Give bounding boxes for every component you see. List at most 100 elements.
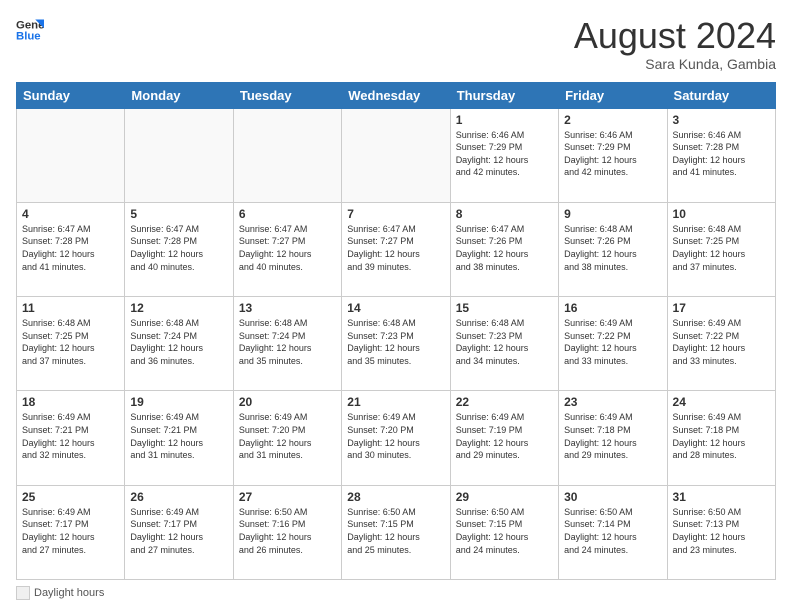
day-info: Sunrise: 6:48 AM Sunset: 7:23 PM Dayligh… bbox=[347, 317, 444, 367]
day-number: 19 bbox=[130, 395, 227, 409]
calendar-cell: 10 Sunrise: 6:48 AM Sunset: 7:25 PM Dayli… bbox=[667, 202, 775, 296]
calendar-cell: 31 Sunrise: 6:50 AM Sunset: 7:13 PM Dayli… bbox=[667, 485, 775, 579]
calendar-cell: 28Sunrise: 6:50 AM Sunset: 7:15 PM Dayli… bbox=[342, 485, 450, 579]
day-info: Sunrise: 6:50 AM Sunset: 7:15 PM Dayligh… bbox=[456, 506, 553, 556]
calendar-table: SundayMondayTuesdayWednesdayThursdayFrid… bbox=[16, 82, 776, 580]
day-number: 31 bbox=[673, 490, 770, 504]
day-number: 13 bbox=[239, 301, 336, 315]
day-number: 17 bbox=[673, 301, 770, 315]
daylight-box bbox=[16, 586, 30, 600]
day-info: Sunrise: 6:49 AM Sunset: 7:22 PM Dayligh… bbox=[673, 317, 770, 367]
day-number: 9 bbox=[564, 207, 661, 221]
page: General Blue August 2024 Sara Kunda, Gam… bbox=[0, 0, 792, 612]
day-number: 22 bbox=[456, 395, 553, 409]
calendar-week-row: 25 Sunrise: 6:49 AM Sunset: 7:17 PM Dayli… bbox=[17, 485, 776, 579]
calendar-cell bbox=[17, 108, 125, 202]
calendar-cell: 21Sunrise: 6:49 AM Sunset: 7:20 PM Dayli… bbox=[342, 391, 450, 485]
calendar-cell: 30 Sunrise: 6:50 AM Sunset: 7:14 PM Dayli… bbox=[559, 485, 667, 579]
calendar-cell: 2 Sunrise: 6:46 AM Sunset: 7:29 PM Daylig… bbox=[559, 108, 667, 202]
location-subtitle: Sara Kunda, Gambia bbox=[574, 56, 776, 72]
calendar-cell: 7 Sunrise: 6:47 AM Sunset: 7:27 PM Daylig… bbox=[342, 202, 450, 296]
calendar-week-row: 18 Sunrise: 6:49 AM Sunset: 7:21 PM Dayli… bbox=[17, 391, 776, 485]
title-section: August 2024 Sara Kunda, Gambia bbox=[574, 16, 776, 72]
day-info: Sunrise: 6:48 AM Sunset: 7:25 PM Dayligh… bbox=[22, 317, 119, 367]
calendar-week-row: 11 Sunrise: 6:48 AM Sunset: 7:25 PM Dayli… bbox=[17, 297, 776, 391]
calendar-cell bbox=[342, 108, 450, 202]
weekday-header: Monday bbox=[125, 82, 233, 108]
day-info: Sunrise: 6:49 AM Sunset: 7:20 PM Dayligh… bbox=[239, 411, 336, 461]
day-number: 6 bbox=[239, 207, 336, 221]
calendar-cell: 25 Sunrise: 6:49 AM Sunset: 7:17 PM Dayli… bbox=[17, 485, 125, 579]
day-info: Sunrise: 6:48 AM Sunset: 7:23 PM Dayligh… bbox=[456, 317, 553, 367]
calendar-cell: 18Sunrise: 6:49 AM Sunset: 7:21 PM Dayli… bbox=[17, 391, 125, 485]
calendar-cell: 26Sunrise: 6:49 AM Sunset: 7:17 PM Dayli… bbox=[125, 485, 233, 579]
day-info: Sunrise: 6:47 AM Sunset: 7:28 PM Dayligh… bbox=[22, 223, 119, 273]
month-title: August 2024 bbox=[574, 16, 776, 56]
day-info: Sunrise: 6:50 AM Sunset: 7:16 PM Dayligh… bbox=[239, 506, 336, 556]
calendar-header-row: SundayMondayTuesdayWednesdayThursdayFrid… bbox=[17, 82, 776, 108]
day-info: Sunrise: 6:48 AM Sunset: 7:25 PM Dayligh… bbox=[673, 223, 770, 273]
day-number: 2 bbox=[564, 113, 661, 127]
calendar-cell: 8Sunrise: 6:47 AM Sunset: 7:26 PM Daylig… bbox=[450, 202, 558, 296]
weekday-header: Tuesday bbox=[233, 82, 341, 108]
calendar-cell: 29 Sunrise: 6:50 AM Sunset: 7:15 PM Dayli… bbox=[450, 485, 558, 579]
calendar-week-row: 4 Sunrise: 6:47 AM Sunset: 7:28 PM Daylig… bbox=[17, 202, 776, 296]
day-info: Sunrise: 6:48 AM Sunset: 7:24 PM Dayligh… bbox=[130, 317, 227, 367]
footer: Daylight hours bbox=[16, 586, 776, 600]
calendar-cell: 5Sunrise: 6:47 AM Sunset: 7:28 PM Daylig… bbox=[125, 202, 233, 296]
day-info: Sunrise: 6:49 AM Sunset: 7:17 PM Dayligh… bbox=[22, 506, 119, 556]
day-number: 7 bbox=[347, 207, 444, 221]
day-number: 8 bbox=[456, 207, 553, 221]
day-number: 1 bbox=[456, 113, 553, 127]
day-number: 16 bbox=[564, 301, 661, 315]
calendar-cell: 11 Sunrise: 6:48 AM Sunset: 7:25 PM Dayli… bbox=[17, 297, 125, 391]
day-info: Sunrise: 6:49 AM Sunset: 7:21 PM Dayligh… bbox=[130, 411, 227, 461]
day-info: Sunrise: 6:46 AM Sunset: 7:29 PM Dayligh… bbox=[564, 129, 661, 179]
day-number: 4 bbox=[22, 207, 119, 221]
calendar-cell: 12 Sunrise: 6:48 AM Sunset: 7:24 PM Dayli… bbox=[125, 297, 233, 391]
calendar-cell: 1 Sunrise: 6:46 AM Sunset: 7:29 PM Daylig… bbox=[450, 108, 558, 202]
daylight-label: Daylight hours bbox=[34, 587, 104, 599]
calendar-cell: 23Sunrise: 6:49 AM Sunset: 7:18 PM Dayli… bbox=[559, 391, 667, 485]
weekday-header: Thursday bbox=[450, 82, 558, 108]
day-info: Sunrise: 6:48 AM Sunset: 7:24 PM Dayligh… bbox=[239, 317, 336, 367]
day-number: 12 bbox=[130, 301, 227, 315]
calendar-cell: 13 Sunrise: 6:48 AM Sunset: 7:24 PM Dayli… bbox=[233, 297, 341, 391]
day-info: Sunrise: 6:49 AM Sunset: 7:18 PM Dayligh… bbox=[673, 411, 770, 461]
logo: General Blue bbox=[16, 16, 44, 44]
weekday-header: Wednesday bbox=[342, 82, 450, 108]
calendar-cell: 27 Sunrise: 6:50 AM Sunset: 7:16 PM Dayli… bbox=[233, 485, 341, 579]
calendar-cell: 6Sunrise: 6:47 AM Sunset: 7:27 PM Daylig… bbox=[233, 202, 341, 296]
day-number: 18 bbox=[22, 395, 119, 409]
day-number: 24 bbox=[673, 395, 770, 409]
day-number: 10 bbox=[673, 207, 770, 221]
day-info: Sunrise: 6:50 AM Sunset: 7:14 PM Dayligh… bbox=[564, 506, 661, 556]
calendar-cell: 15Sunrise: 6:48 AM Sunset: 7:23 PM Dayli… bbox=[450, 297, 558, 391]
calendar-cell: 20 Sunrise: 6:49 AM Sunset: 7:20 PM Dayli… bbox=[233, 391, 341, 485]
calendar-cell: 24 Sunrise: 6:49 AM Sunset: 7:18 PM Dayli… bbox=[667, 391, 775, 485]
weekday-header: Friday bbox=[559, 82, 667, 108]
calendar-cell: 16Sunrise: 6:49 AM Sunset: 7:22 PM Dayli… bbox=[559, 297, 667, 391]
day-number: 29 bbox=[456, 490, 553, 504]
day-info: Sunrise: 6:46 AM Sunset: 7:28 PM Dayligh… bbox=[673, 129, 770, 179]
day-number: 26 bbox=[130, 490, 227, 504]
calendar-week-row: 1 Sunrise: 6:46 AM Sunset: 7:29 PM Daylig… bbox=[17, 108, 776, 202]
logo-icon: General Blue bbox=[16, 16, 44, 44]
calendar-cell: 17 Sunrise: 6:49 AM Sunset: 7:22 PM Dayli… bbox=[667, 297, 775, 391]
day-info: Sunrise: 6:46 AM Sunset: 7:29 PM Dayligh… bbox=[456, 129, 553, 179]
day-number: 20 bbox=[239, 395, 336, 409]
calendar-cell: 4 Sunrise: 6:47 AM Sunset: 7:28 PM Daylig… bbox=[17, 202, 125, 296]
day-number: 27 bbox=[239, 490, 336, 504]
day-number: 25 bbox=[22, 490, 119, 504]
calendar-cell: 3Sunrise: 6:46 AM Sunset: 7:28 PM Daylig… bbox=[667, 108, 775, 202]
day-number: 14 bbox=[347, 301, 444, 315]
day-info: Sunrise: 6:50 AM Sunset: 7:15 PM Dayligh… bbox=[347, 506, 444, 556]
day-info: Sunrise: 6:47 AM Sunset: 7:27 PM Dayligh… bbox=[347, 223, 444, 273]
day-number: 30 bbox=[564, 490, 661, 504]
day-number: 11 bbox=[22, 301, 119, 315]
day-number: 23 bbox=[564, 395, 661, 409]
day-info: Sunrise: 6:50 AM Sunset: 7:13 PM Dayligh… bbox=[673, 506, 770, 556]
calendar-cell: 14 Sunrise: 6:48 AM Sunset: 7:23 PM Dayli… bbox=[342, 297, 450, 391]
header: General Blue August 2024 Sara Kunda, Gam… bbox=[16, 16, 776, 72]
calendar-cell: 9Sunrise: 6:48 AM Sunset: 7:26 PM Daylig… bbox=[559, 202, 667, 296]
